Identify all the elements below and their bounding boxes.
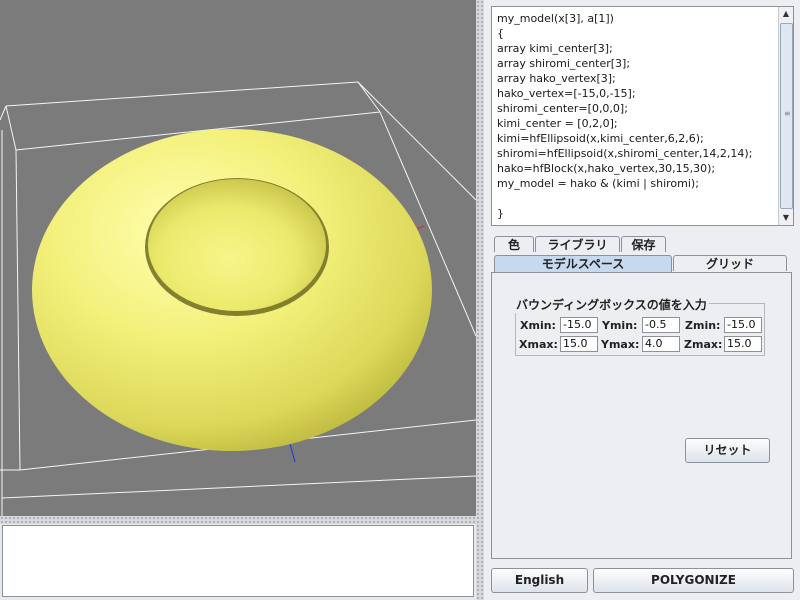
- vertical-splitter[interactable]: [476, 0, 484, 600]
- tab-color[interactable]: 色: [494, 236, 534, 252]
- english-button[interactable]: English: [491, 568, 588, 593]
- ymax-label: Ymax:: [601, 338, 640, 351]
- zmin-label: Zmin:: [685, 319, 721, 332]
- xmin-label: Xmin:: [520, 319, 556, 332]
- zmax-label: Zmax:: [684, 338, 723, 351]
- ymin-label: Ymin:: [602, 319, 638, 332]
- code-text[interactable]: my_model(x[3], a[1]) { array kimi_center…: [497, 11, 775, 221]
- code-editor[interactable]: my_model(x[3], a[1]) { array kimi_center…: [491, 6, 794, 226]
- kimi-dome: [148, 179, 326, 311]
- xmin-input[interactable]: -15.0: [560, 317, 598, 333]
- ymax-input[interactable]: 4.0: [642, 336, 680, 352]
- horizontal-splitter[interactable]: [0, 516, 476, 524]
- polygonize-button[interactable]: POLYGONIZE: [593, 568, 794, 593]
- tab-grid[interactable]: グリッド: [673, 255, 787, 271]
- 3d-viewport[interactable]: [0, 0, 476, 516]
- bounding-box-title: バウンディングボックスの値を入力: [514, 296, 709, 313]
- tab-save[interactable]: 保存: [621, 236, 666, 252]
- ymin-input[interactable]: -0.5: [642, 317, 680, 333]
- grip-icon: ≡: [784, 109, 791, 118]
- scroll-up-arrow-icon[interactable]: ▲: [779, 7, 793, 21]
- reset-button[interactable]: リセット: [685, 438, 770, 463]
- scrollbar-thumb[interactable]: ≡: [780, 23, 793, 209]
- tab-library[interactable]: ライブラリ: [535, 236, 620, 252]
- zmin-input[interactable]: -15.0: [724, 317, 762, 333]
- console-output[interactable]: [2, 525, 474, 597]
- model-render: [0, 81, 476, 516]
- zmax-input[interactable]: 15.0: [724, 336, 762, 352]
- tab-model-space[interactable]: モデルスペース: [494, 255, 672, 273]
- xmax-input[interactable]: 15.0: [560, 336, 598, 352]
- xmax-label: Xmax:: [519, 338, 558, 351]
- scroll-down-arrow-icon[interactable]: ▼: [779, 211, 793, 225]
- code-scrollbar[interactable]: ▲ ≡ ▼: [778, 7, 793, 225]
